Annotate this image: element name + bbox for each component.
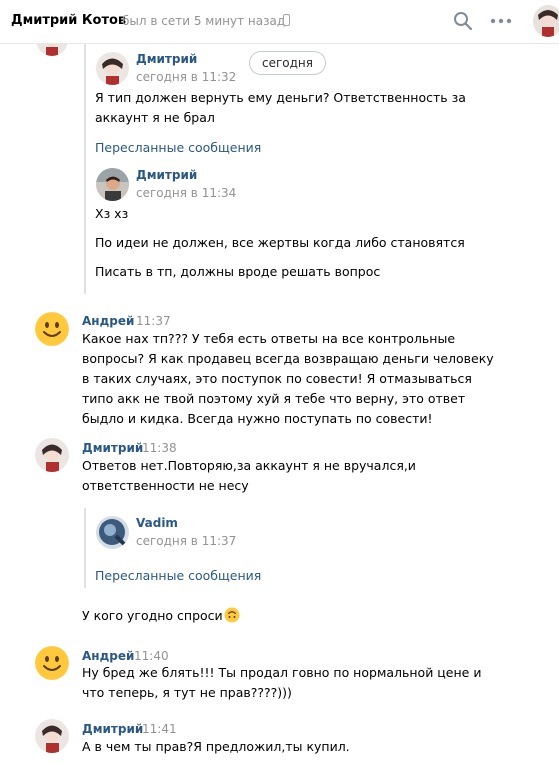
message-followup: У кого угодно спроси (82, 606, 240, 626)
chat-header: Дмитрий Котов был в сети 5 минут назад (0, 0, 559, 44)
avatar-andrey-smiley[interactable] (35, 312, 69, 346)
message-text: Ну бред же блять!!! Ты продал говно по н… (82, 665, 482, 700)
forward-author[interactable]: Vadim (136, 516, 178, 530)
message-author[interactable]: Андрей (82, 649, 134, 663)
avatar-dmitry[interactable] (35, 719, 69, 753)
followup-text: У кого угодно спроси (82, 608, 223, 623)
forward-text: Я тип должен вернуть ему деньги? Ответст… (95, 90, 466, 125)
forwarded-messages-link[interactable]: Пересланные сообщения (95, 140, 261, 155)
forward-author[interactable]: Дмитрий (136, 52, 197, 66)
date-separator-pill: сегодня (249, 51, 326, 75)
avatar-vadim[interactable] (96, 516, 129, 549)
more-options-icon[interactable] (490, 14, 512, 28)
forwarded-messages-link[interactable]: Пересланные сообщения (95, 568, 261, 583)
forward-time[interactable]: сегодня в 11:32 (136, 70, 236, 84)
forward-text-line: Хз хз (95, 206, 129, 221)
message-time[interactable]: 11:41 (142, 722, 177, 736)
mobile-phone-icon (283, 14, 290, 26)
message-text: А в чем ты прав?Я предложил,ты купил. (82, 739, 350, 754)
avatar-dmitry[interactable] (96, 52, 129, 85)
forward-time[interactable]: сегодня в 11:37 (136, 534, 236, 548)
chat-contact-name[interactable]: Дмитрий Котов (11, 13, 126, 28)
contact-avatar[interactable] (533, 5, 559, 37)
forward-time[interactable]: сегодня в 11:34 (136, 186, 236, 200)
forward-text-line: Писать в тп, должны вроде решать вопрос (95, 264, 381, 279)
avatar-dmitry-photo[interactable] (96, 168, 129, 201)
message-time[interactable]: 11:40 (134, 649, 169, 663)
message-author[interactable]: Дмитрий (82, 722, 143, 736)
online-status: был в сети 5 минут назад (122, 14, 286, 28)
message-time[interactable]: 11:37 (136, 314, 171, 328)
avatar-andrey-smiley[interactable] (35, 646, 69, 680)
forward-text-line: По идеи не должен, все жертвы когда либо… (95, 235, 465, 250)
avatar-dmitry[interactable] (35, 438, 69, 472)
upside-down-smiley-icon (224, 607, 240, 623)
forward-bar (84, 508, 86, 588)
message-author[interactable]: Дмитрий (82, 441, 143, 455)
message-time[interactable]: 11:38 (142, 441, 177, 455)
search-icon[interactable] (453, 11, 473, 31)
forward-author[interactable]: Дмитрий (136, 168, 197, 182)
message-author[interactable]: Андрей (82, 314, 134, 328)
forward-bar (84, 44, 86, 294)
message-text: Ответов нет.Повторяю,за аккаунт я не вру… (82, 458, 416, 493)
message-text: Какое нах тп??? У тебя есть ответы на вс… (82, 331, 494, 426)
